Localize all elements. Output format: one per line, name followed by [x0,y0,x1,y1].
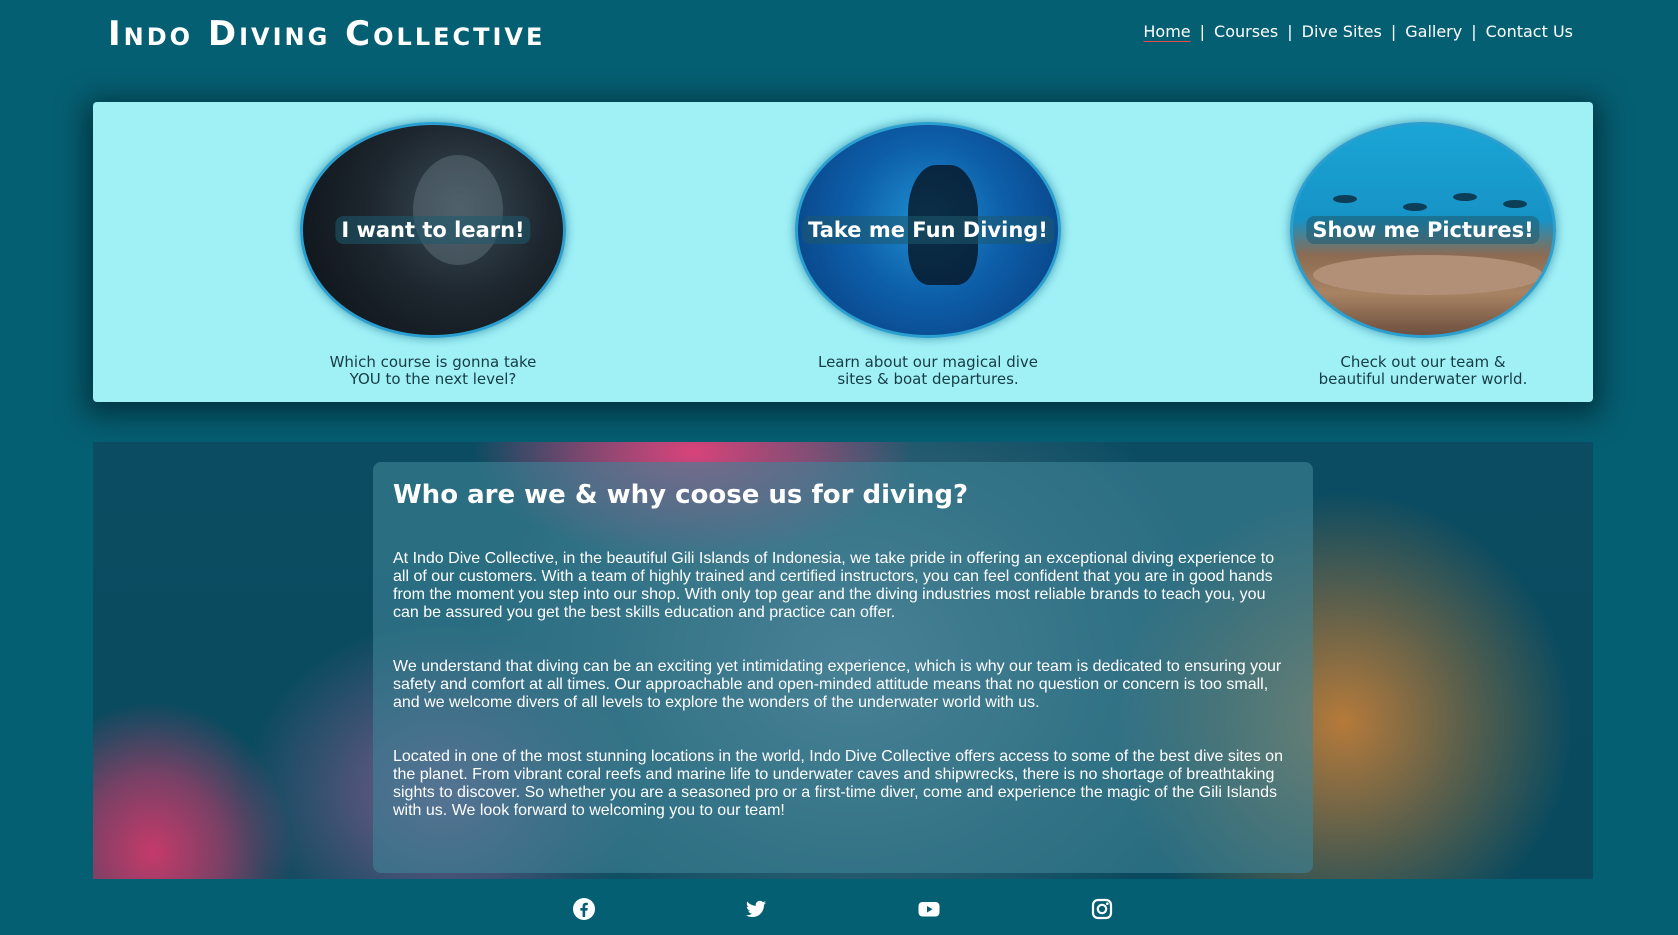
card-courses-caption: Which course is gonna take YOU to the ne… [283,354,583,388]
card-dive-sites-overlay[interactable]: Take me Fun Diving! [802,216,1054,244]
about-box: Who are we & why coose us for diving? At… [373,462,1313,873]
caption-line: Learn about our magical dive [817,353,1039,371]
caption-line: sites & boat departures. [837,370,1019,388]
nav-separator: | [1199,22,1206,41]
feature-cards-panel: I want to learn! Which course is gonna t… [93,102,1593,402]
site-logo[interactable]: Indo Diving Collective [108,14,545,54]
nav-contact-link[interactable]: Contact Us [1486,22,1573,41]
card-courses-image[interactable]: I want to learn! [300,122,566,338]
site-header: Indo Diving Collective Home | Courses | … [0,0,1678,70]
nav-separator: | [1390,22,1397,41]
nav-separator: | [1471,22,1477,41]
reef-shape [1313,255,1543,295]
card-gallery-overlay[interactable]: Show me Pictures! [1306,216,1540,244]
nav-separator: | [1287,22,1293,41]
card-dive-sites[interactable]: Take me Fun Diving! Learn about our magi… [778,122,1078,388]
card-gallery-image[interactable]: Show me Pictures! [1290,122,1556,338]
card-dive-sites-caption: Learn about our magical dive sites & boa… [778,354,1078,388]
card-dive-sites-image[interactable]: Take me Fun Diving! [795,122,1061,338]
site-footer [0,879,1678,935]
diver-silhouette [1403,203,1427,211]
caption-line: YOU to the next level? [349,370,517,388]
about-title: Who are we & why coose us for diving? [393,480,969,510]
diver-mask-shape [413,155,503,265]
hero-section: Who are we & why coose us for diving? At… [93,442,1593,879]
card-courses[interactable]: I want to learn! Which course is gonna t… [283,122,583,388]
nav-courses-link[interactable]: Courses [1214,22,1278,41]
caption-line: Check out our team & [1340,353,1506,371]
facebook-icon[interactable] [571,896,597,922]
diver-silhouette [1333,195,1357,203]
about-paragraph: Located in one of the most stunning loca… [393,748,1283,819]
main-nav: Home | Courses | Dive Sites | Gallery | … [1143,22,1573,41]
youtube-icon[interactable] [916,896,942,922]
nav-dive-sites-link[interactable]: Dive Sites [1302,22,1382,41]
diver-silhouette [1503,200,1527,208]
caption-line: Which course is gonna take [329,353,537,371]
card-gallery[interactable]: Show me Pictures! Check out our team & b… [1273,122,1573,388]
instagram-icon[interactable] [1089,896,1115,922]
card-gallery-caption: Check out our team & beautiful underwate… [1273,354,1573,388]
nav-gallery-link[interactable]: Gallery [1405,22,1462,41]
about-paragraph: We understand that diving can be an exci… [393,658,1282,711]
nav-home-link[interactable]: Home [1143,22,1190,41]
card-courses-overlay[interactable]: I want to learn! [335,216,531,244]
about-paragraph: At Indo Dive Collective, in the beautifu… [393,550,1275,621]
diver-silhouette [1453,193,1477,201]
caption-line: beautiful underwater world. [1318,370,1528,388]
twitter-icon[interactable] [743,896,769,922]
